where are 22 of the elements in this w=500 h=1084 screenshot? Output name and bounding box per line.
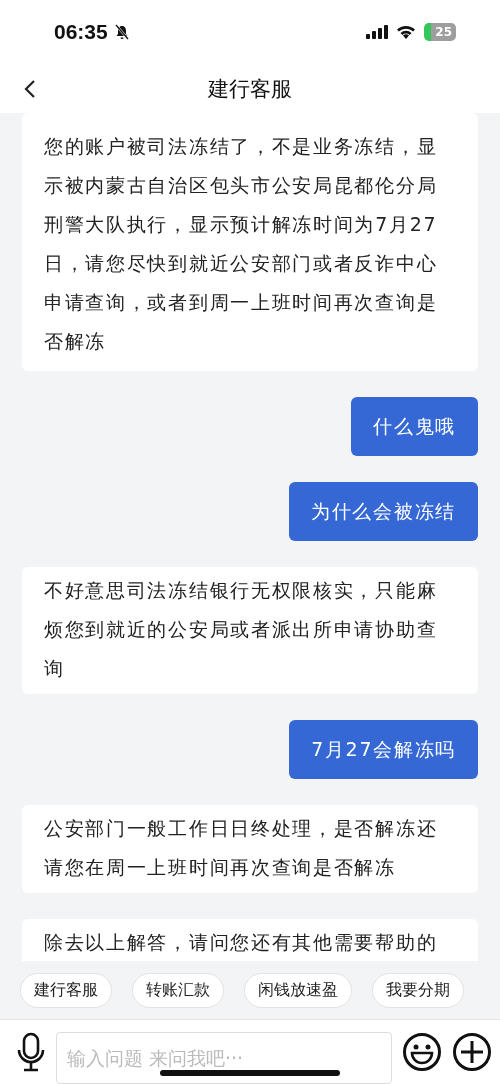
quick-reply-chip[interactable]: 我要分期 (372, 972, 464, 1008)
status-time: 06:35 (54, 20, 108, 45)
user-message: 什么鬼哦 (351, 396, 478, 456)
microphone-icon[interactable] (16, 1032, 46, 1072)
quick-reply-chip[interactable]: 转账汇款 (132, 972, 224, 1008)
bot-message: 您的账户被司法冻结了，不是业务冻结，显示被内蒙古自治区包头市公安局昆都伦分局刑警大队执行，显示预计解冻时间为7月27日，请您尽快到就近公安部门或者反诈中心申请查询，或者到周一上班时间再次查询是否解冻 (22, 112, 478, 371)
bot-message: 除去以上解答，请问您还有其他需要帮助的 (22, 918, 478, 962)
bot-message: 不好意思司法冻结银行无权限核实，只能麻烦您到就近的公安局或者派出所申请协助查询 (22, 566, 478, 694)
bot-message: 公安部门一般工作日日终处理，是否解冻还请您在周一上班时间再次查询是否解冻 (22, 804, 478, 893)
back-icon[interactable] (24, 78, 36, 99)
question-input-field[interactable]: 输入问题 来问我吧··· (56, 1032, 392, 1084)
smiley-icon[interactable] (402, 1032, 442, 1072)
quick-reply-chip[interactable]: 闲钱放速盈 (244, 972, 352, 1008)
user-message: 为什么会被冻结 (289, 481, 478, 541)
bell-muted-icon (113, 24, 130, 41)
wifi-icon (396, 25, 417, 40)
signal-icon (366, 25, 389, 40)
page-title: 建行客服 (208, 75, 292, 103)
add-icon[interactable] (452, 1032, 492, 1072)
quick-reply-chip[interactable]: 建行客服 (20, 972, 112, 1008)
battery-icon: 25 (424, 23, 456, 42)
user-message: 7月27会解冻吗 (289, 719, 478, 779)
